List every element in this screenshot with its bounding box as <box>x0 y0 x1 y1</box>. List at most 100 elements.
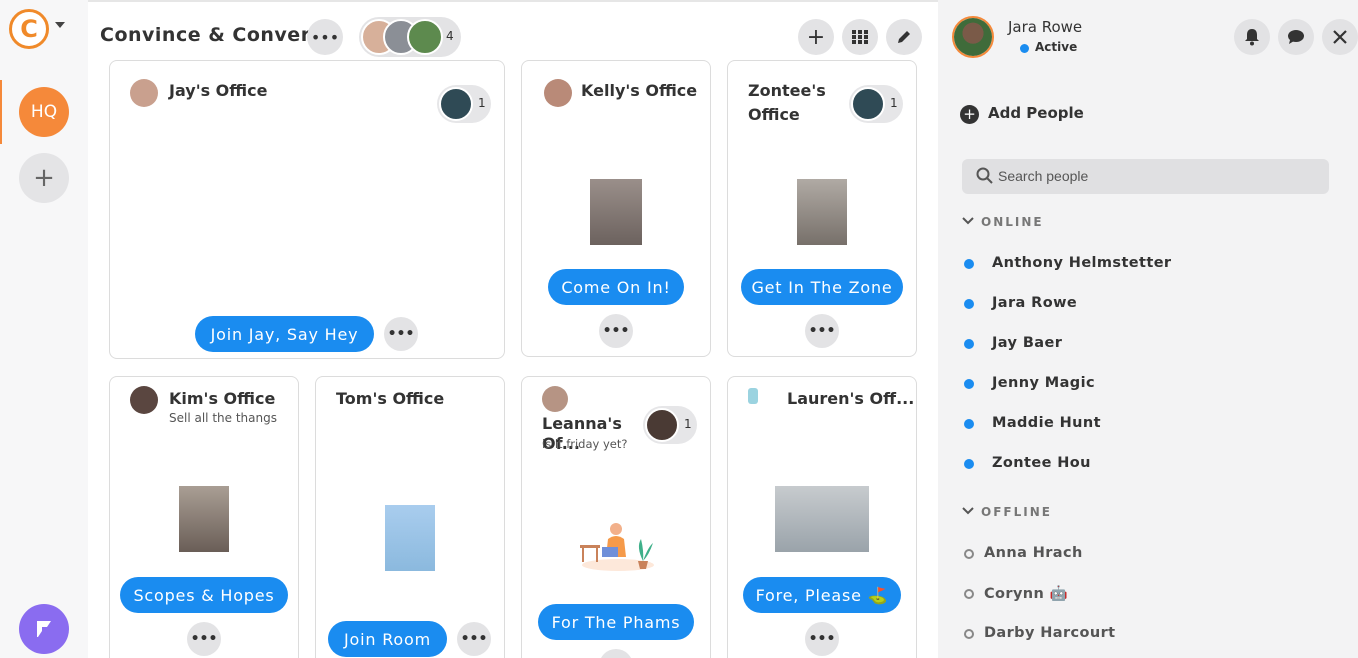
status-dot <box>1020 44 1029 53</box>
room-owner-avatar <box>542 386 568 412</box>
workspace-more-button[interactable]: ••• <box>307 19 343 55</box>
room-card-zontee[interactable]: Zontee's Office 1 Get In The Zone ••• <box>727 60 917 357</box>
join-room-button[interactable]: Join Room <box>328 621 447 657</box>
workspace-title: Convince & Convert <box>100 24 321 46</box>
member-avatar <box>407 19 443 55</box>
space-rail: C HQ + <box>0 0 88 658</box>
edit-button[interactable] <box>886 19 922 55</box>
join-room-button[interactable]: Fore, Please ⛳ <box>743 577 901 613</box>
room-title: Zontee's Office <box>748 81 826 124</box>
offline-dot <box>964 549 974 559</box>
room-image <box>590 179 642 245</box>
join-room-button[interactable]: For The Phams <box>538 604 694 640</box>
occupant-avatar <box>439 87 473 121</box>
search-box[interactable] <box>962 159 1329 194</box>
room-title: Jay's Office <box>169 81 268 100</box>
room-card-jay[interactable]: Jay's Office 1 Join Jay, Say Hey ••• <box>109 60 505 359</box>
space-hq-button[interactable]: HQ <box>19 87 69 137</box>
app-logo[interactable]: C <box>9 9 49 49</box>
offline-dot <box>964 629 974 639</box>
room-more-button[interactable]: ••• <box>384 317 418 351</box>
room-owner-avatar <box>544 79 572 107</box>
grid-icon <box>852 30 868 44</box>
add-space-button[interactable]: + <box>19 153 69 203</box>
notifications-button[interactable] <box>1234 19 1270 55</box>
room-status: is it friday yet? <box>542 437 628 451</box>
online-section-header[interactable]: ONLINE <box>981 215 1044 229</box>
add-people-button[interactable]: Add People <box>988 104 1084 122</box>
person-item[interactable]: Corynn 🤖 <box>984 585 1068 602</box>
online-dot <box>964 459 974 469</box>
chevron-down-icon[interactable] <box>55 22 65 28</box>
room-more-button[interactable]: ••• <box>805 622 839 656</box>
person-item[interactable]: Darby Harcourt <box>984 625 1115 641</box>
room-title: Lauren's Off... <box>787 389 915 408</box>
room-card-leanna[interactable]: Leanna's Of... is it friday yet? 1 For T… <box>521 376 711 658</box>
close-icon <box>1333 30 1347 44</box>
room-image <box>775 486 869 552</box>
occupant-count: 1 <box>478 96 486 110</box>
room-card-kelly[interactable]: Kelly's Office Come On In! ••• <box>521 60 711 357</box>
person-item[interactable]: Anthony Helmstetter <box>992 255 1171 271</box>
add-room-button[interactable]: + <box>798 19 834 55</box>
online-dot <box>964 419 974 429</box>
pencil-icon <box>898 31 910 43</box>
search-icon <box>976 167 993 184</box>
person-item[interactable]: Anna Hrach <box>984 545 1083 561</box>
room-more-button[interactable]: ••• <box>599 314 633 348</box>
online-dot <box>964 379 974 389</box>
grid-view-button[interactable] <box>842 19 878 55</box>
room-owner-avatar <box>130 386 158 414</box>
search-people-input[interactable] <box>998 168 1318 184</box>
online-dot <box>964 259 974 269</box>
join-room-button[interactable]: Come On In! <box>548 269 684 305</box>
room-image <box>797 179 847 245</box>
room-more-button[interactable]: ••• <box>457 622 491 656</box>
flag-app-icon[interactable] <box>19 604 69 654</box>
current-user-avatar[interactable] <box>952 16 994 58</box>
room-card-lauren[interactable]: Lauren's Off... Fore, Please ⛳ ••• <box>727 376 917 658</box>
person-item[interactable]: Jara Rowe <box>992 295 1077 311</box>
person-item[interactable]: Jay Baer <box>992 335 1062 351</box>
current-user-name: Jara Rowe <box>1008 18 1083 36</box>
online-dot <box>964 299 974 309</box>
chevron-down-icon[interactable] <box>962 506 974 516</box>
room-title: Kelly's Office <box>581 81 698 100</box>
close-panel-button[interactable] <box>1322 19 1358 55</box>
workspace-illustration-icon <box>580 523 654 571</box>
room-more-button[interactable]: ••• <box>805 314 839 348</box>
person-item[interactable]: Maddie Hunt <box>992 415 1101 431</box>
person-item[interactable]: Zontee Hou <box>992 455 1091 471</box>
online-dot <box>964 339 974 349</box>
chat-button[interactable] <box>1278 19 1314 55</box>
room-occupants[interactable]: 1 <box>643 406 697 444</box>
chat-bubble-icon <box>1288 30 1304 44</box>
join-room-button[interactable]: Get In The Zone <box>741 269 903 305</box>
room-more-button[interactable]: ••• <box>187 622 221 656</box>
room-owner-avatar <box>748 388 758 404</box>
person-item[interactable]: Jenny Magic <box>992 375 1095 391</box>
top-divider <box>88 0 938 2</box>
bell-icon <box>1245 29 1259 46</box>
offline-section-header[interactable]: OFFLINE <box>981 505 1052 519</box>
offline-dot <box>964 589 974 599</box>
join-room-button[interactable]: Join Jay, Say Hey <box>195 316 374 352</box>
member-stack[interactable]: 4 <box>359 17 461 57</box>
room-occupants[interactable]: 1 <box>437 85 491 123</box>
room-occupants[interactable]: 1 <box>849 85 903 123</box>
occupant-count: 1 <box>684 417 692 431</box>
office-floor: Convince & Convert ••• 4 + Jay's Office … <box>88 0 938 658</box>
add-people-icon[interactable]: + <box>960 105 979 124</box>
room-image <box>179 486 229 552</box>
current-user-status[interactable]: Active <box>1035 40 1077 54</box>
room-status: Sell all the thangs <box>169 411 277 425</box>
room-owner-avatar <box>130 79 158 107</box>
chevron-down-icon[interactable] <box>962 216 974 226</box>
join-room-button[interactable]: Scopes & Hopes <box>120 577 288 613</box>
room-title: Tom's Office <box>336 389 445 408</box>
room-title: Kim's Office <box>169 389 276 408</box>
occupant-avatar <box>645 408 679 442</box>
room-card-kim[interactable]: Kim's Office Sell all the thangs Scopes … <box>109 376 299 658</box>
room-card-tom[interactable]: Tom's Office Join Room ••• <box>315 376 505 658</box>
room-more-button[interactable]: ••• <box>599 649 633 658</box>
